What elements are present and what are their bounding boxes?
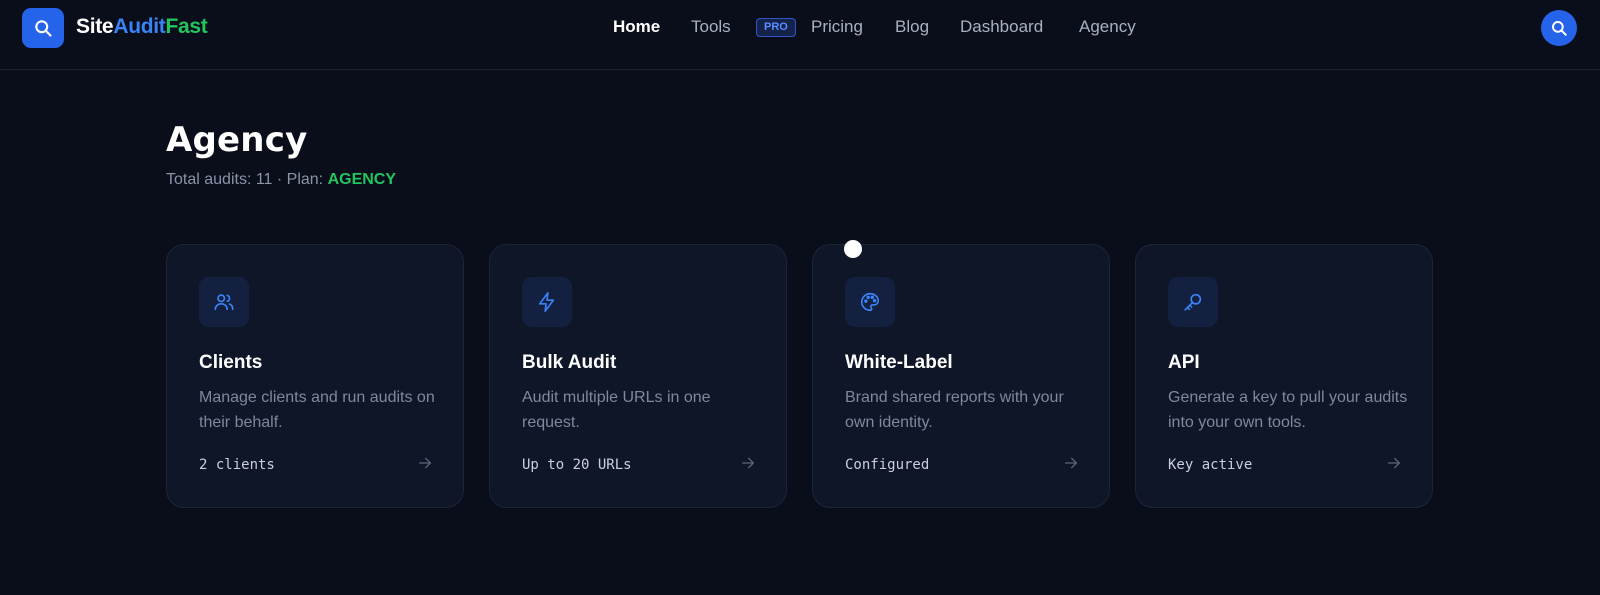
arrow-right-icon (1388, 457, 1400, 469)
total-audits-text: Total audits: 11 · Plan: (166, 171, 328, 188)
nav-tools[interactable]: Tools (691, 17, 731, 37)
pro-badge: PRO (756, 18, 796, 37)
nav-dashboard[interactable]: Dashboard (960, 17, 1043, 37)
card-status: Configured (845, 457, 930, 473)
card-status: 2 clients (199, 457, 275, 473)
search-icon (1552, 21, 1567, 36)
nav-blog[interactable]: Blog (895, 17, 929, 37)
card-status: Up to 20 URLs (522, 457, 632, 473)
page-subtitle: Total audits: 11 · Plan: AGENCY (166, 171, 396, 189)
card-icon-box (845, 277, 895, 327)
top-nav-bar: SiteAuditFast Home Tools PRO Pricing Blo… (0, 0, 1600, 70)
card-title: API (1168, 352, 1200, 373)
main-nav: Home Tools PRO Pricing Blog Dashboard Ag… (0, 17, 1600, 41)
card-bulk-audit[interactable]: Bulk Audit Audit multiple URLs in one re… (489, 244, 787, 508)
card-clients[interactable]: Clients Manage clients and run audits on… (166, 244, 464, 508)
bolt-icon (538, 292, 555, 312)
page-title: Agency (166, 120, 308, 160)
arrow-right-icon (742, 457, 754, 469)
card-icon-box (1168, 277, 1218, 327)
cursor-dot (844, 240, 862, 258)
card-icon-box (522, 277, 572, 327)
card-description: Manage clients and run audits on their b… (199, 389, 435, 431)
card-icon-box (199, 277, 249, 327)
card-description: Audit multiple URLs in one request. (522, 389, 711, 431)
palette-icon (861, 292, 880, 312)
card-description: Generate a key to pull your audits into … (1168, 389, 1408, 431)
users-icon (214, 294, 234, 311)
card-description: Brand shared reports with your own ident… (845, 389, 1064, 431)
arrow-right-icon (1065, 457, 1077, 469)
card-title: Clients (199, 352, 263, 373)
card-status: Key active (1168, 457, 1253, 473)
nav-home[interactable]: Home (613, 17, 660, 37)
plan-label: AGENCY (327, 171, 397, 188)
search-button[interactable] (1541, 10, 1577, 46)
card-title: Bulk Audit (522, 352, 617, 373)
arrow-right-icon (419, 457, 431, 469)
nav-pricing[interactable]: Pricing (811, 17, 863, 37)
card-white-label[interactable]: White-Label Brand shared reports with yo… (812, 244, 1110, 508)
card-title: White-Label (845, 352, 953, 373)
card-api[interactable]: API Generate a key to pull your audits i… (1135, 244, 1433, 508)
nav-agency[interactable]: Agency (1079, 17, 1136, 37)
key-icon (1184, 293, 1202, 311)
